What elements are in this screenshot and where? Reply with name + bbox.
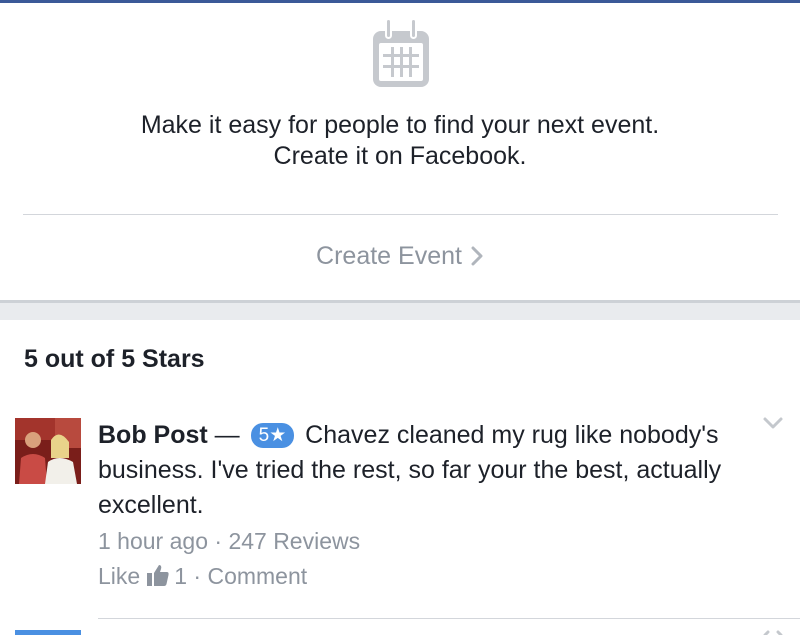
action-separator: · xyxy=(187,563,208,589)
section-separator xyxy=(0,300,800,320)
chevron-down-icon[interactable] xyxy=(762,416,784,430)
event-promo-line-2: Create it on Facebook. xyxy=(273,142,527,170)
calendar-icon xyxy=(373,19,429,87)
avatar-photo xyxy=(15,418,81,484)
event-promo-line-1: Make it easy for people to find your nex… xyxy=(140,111,660,139)
review-time[interactable]: 1 hour ago xyxy=(98,528,208,554)
event-promo-card: Make it easy for people to find your nex… xyxy=(0,3,800,300)
reviews-heading: 5 out of 5 Stars xyxy=(24,345,205,373)
avatar[interactable] xyxy=(15,630,81,635)
avatar[interactable] xyxy=(15,418,81,484)
create-event-button[interactable]: Create Event xyxy=(0,241,800,271)
divider xyxy=(98,618,800,619)
review-meta: 1 hour ago · 247 Reviews xyxy=(98,528,360,555)
rating-badge: 5★ xyxy=(250,423,295,448)
like-button[interactable]: Like xyxy=(98,563,140,589)
review-body: Bob Post — 5★ Chavez cleaned my rug like… xyxy=(98,418,758,523)
reviewer-review-count: 247 Reviews xyxy=(228,528,361,554)
chevron-down-icon[interactable] xyxy=(762,630,784,635)
chevron-right-icon xyxy=(471,246,483,266)
name-separator: — xyxy=(207,421,247,449)
divider xyxy=(23,214,778,215)
meta-separator: · xyxy=(207,528,229,554)
like-count: 1 xyxy=(174,563,187,589)
reviewer-name[interactable]: Bob Post xyxy=(98,421,208,449)
review-actions: Like 1 · Comment xyxy=(98,563,307,590)
create-event-label: Create Event xyxy=(316,241,462,270)
thumbs-up-icon xyxy=(147,565,169,586)
comment-button[interactable]: Comment xyxy=(207,563,307,589)
